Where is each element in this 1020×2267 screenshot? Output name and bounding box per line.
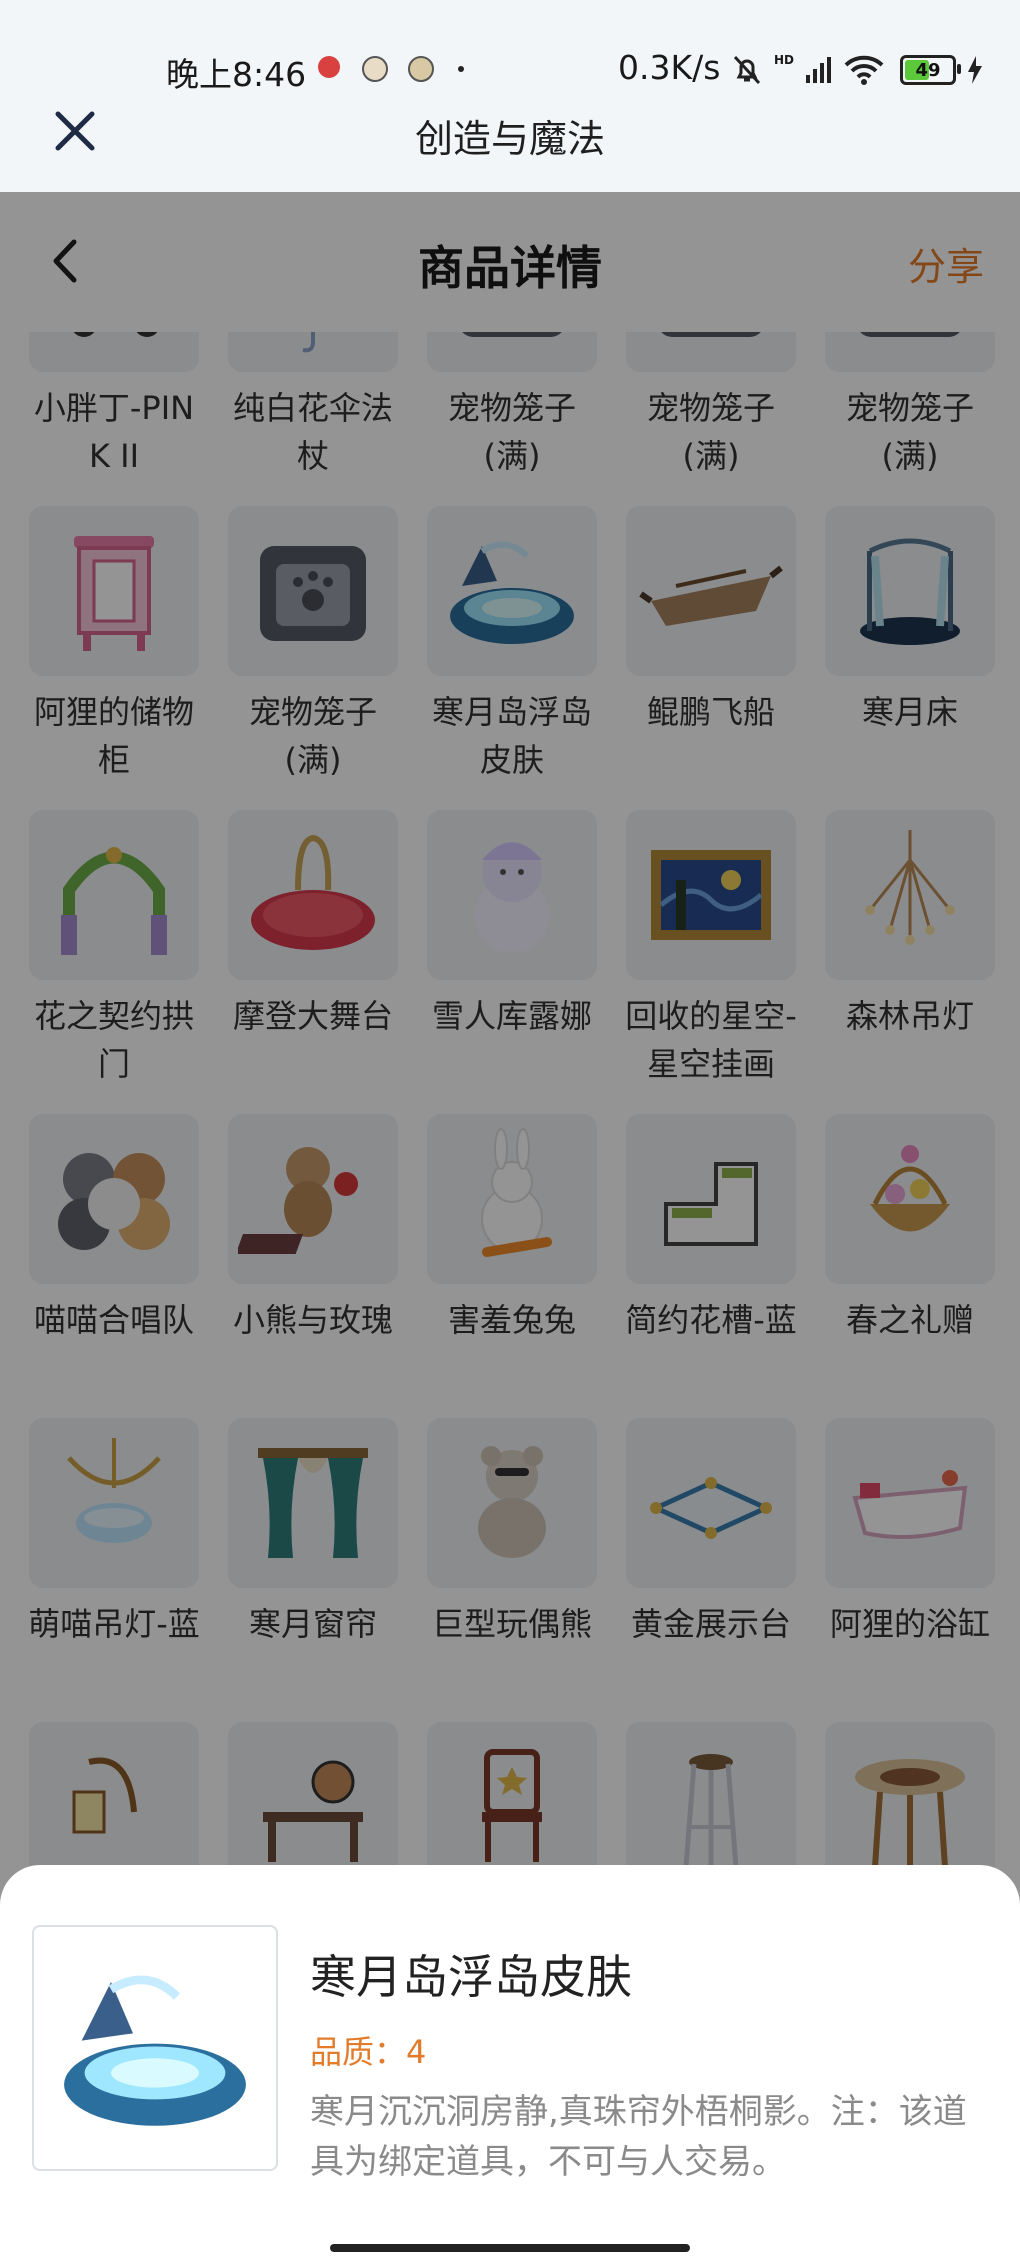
signal-icon — [806, 57, 832, 83]
status-time: 晚上8:46 — [166, 55, 307, 94]
selected-item-quality: 品质：4 — [310, 2033, 427, 2071]
item-detail-sheet: 寒月岛浮岛皮肤 品质：4 寒月沉沉洞房静,真珠帘外梧桐影。注：该道具为绑定道具，… — [0, 1865, 1020, 2267]
wifi-icon — [844, 55, 884, 85]
more-notifications-dot — [458, 66, 464, 72]
mute-bell-icon — [733, 55, 761, 85]
notification-icon — [362, 56, 388, 82]
selected-item-image — [32, 1925, 278, 2171]
battery-level: 49 — [915, 59, 941, 81]
network-speed: 0.3K/s — [618, 48, 721, 87]
app-header: 创造与魔法 — [0, 100, 1020, 192]
app-title: 创造与魔法 — [414, 117, 605, 161]
island-icon — [64, 1975, 246, 2126]
selected-item-description: 寒月沉沉洞房静,真珠帘外梧桐影。注：该道具为绑定道具，不可与人交易。 — [310, 2092, 967, 2182]
status-icons: HD 49 — [730, 50, 984, 90]
home-indicator[interactable] — [330, 2244, 690, 2252]
notification-icon — [318, 56, 340, 78]
hd-badge: HD — [774, 53, 795, 67]
notification-icon — [408, 56, 434, 82]
selected-item-name: 寒月岛浮岛皮肤 — [310, 1950, 632, 2004]
charging-icon — [968, 56, 983, 84]
battery-icon: 49 — [900, 55, 962, 85]
